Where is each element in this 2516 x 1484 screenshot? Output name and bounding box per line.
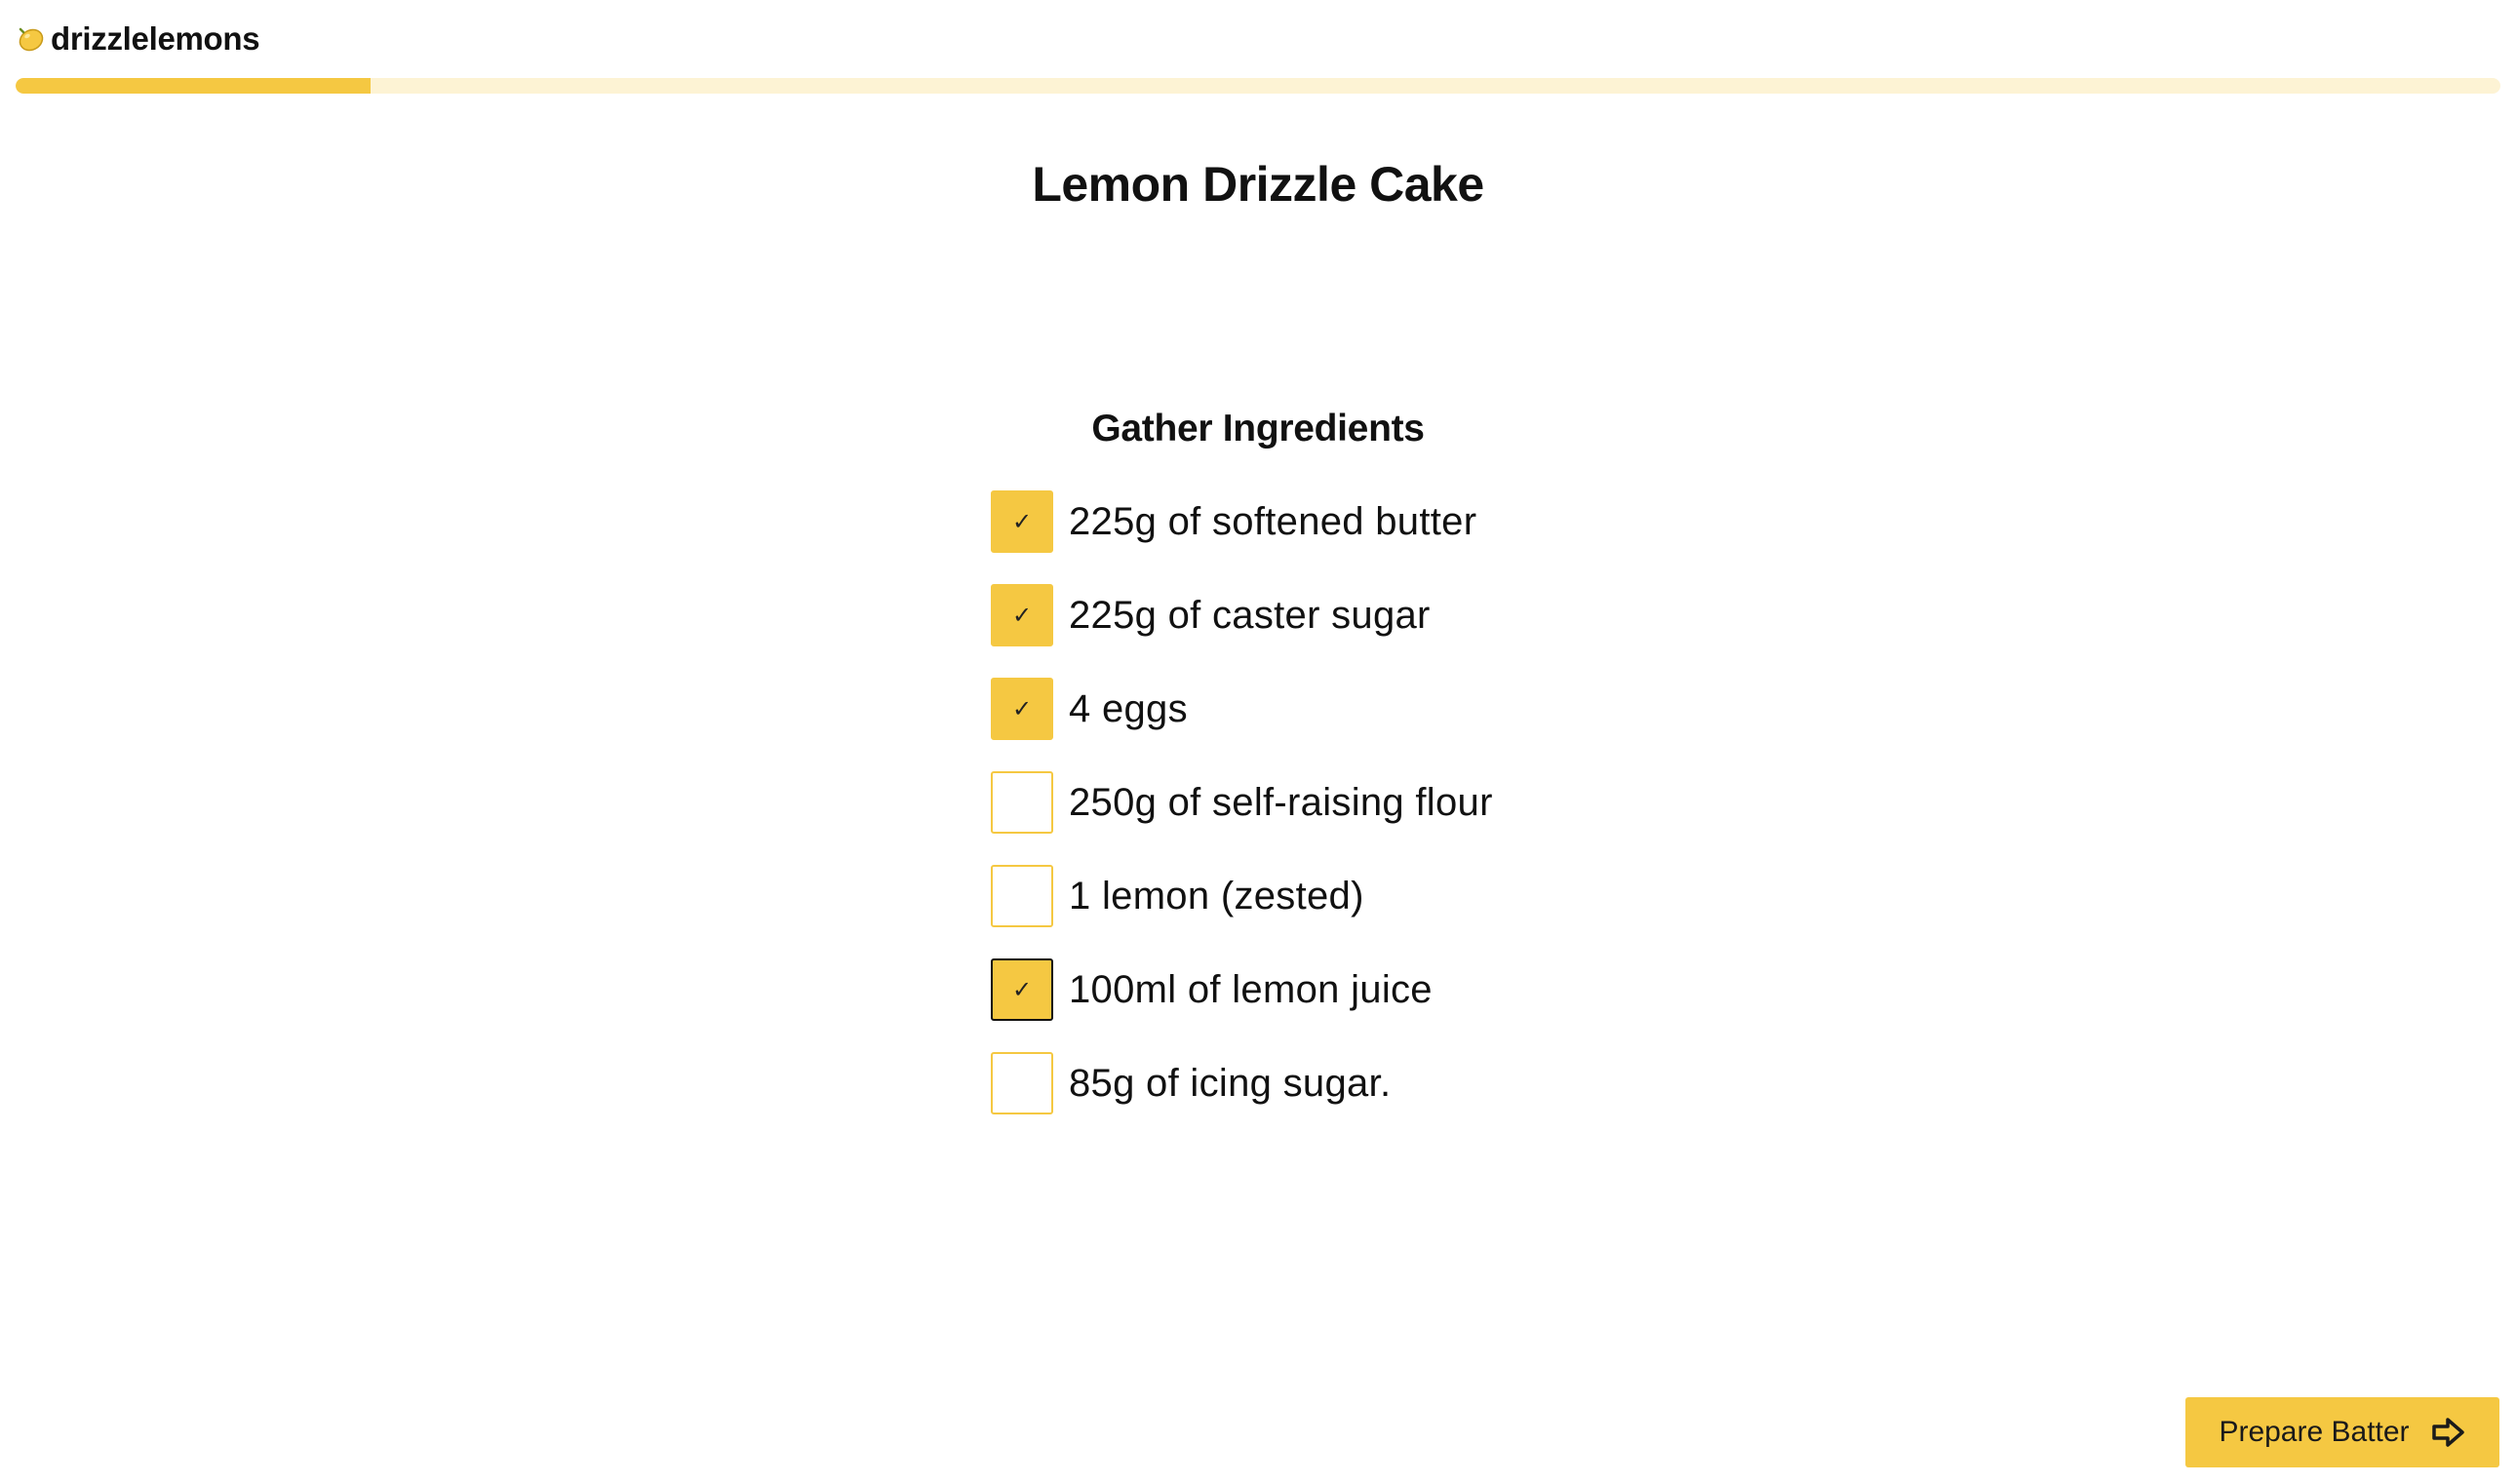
app-page: drizzlelemons Lemon Drizzle Cake Gather … [0,0,2516,1484]
ingredient-item[interactable]: ✓ 85g of icing sugar. [991,1052,1493,1114]
lemon-icon [16,24,45,54]
ingredient-label: 225g of softened butter [1069,499,1477,543]
check-icon: ✓ [1011,602,1033,629]
check-icon: ✓ [1011,976,1033,1003]
ingredient-item[interactable]: ✓ 250g of self-raising flour [991,771,1493,834]
ingredient-item[interactable]: ✓ 225g of caster sugar [991,584,1493,646]
brand-name[interactable]: drizzlelemons [51,20,260,58]
progress-bar-fill [16,78,372,94]
ingredient-label: 225g of caster sugar [1069,593,1431,637]
ingredient-item[interactable]: ✓ 4 eggs [991,678,1493,740]
prepare-batter-button[interactable]: Prepare Batter [2185,1397,2499,1467]
ingredient-checkbox[interactable]: ✓ [991,584,1053,646]
ingredient-label: 100ml of lemon juice [1069,967,1433,1011]
ingredient-item[interactable]: ✓ 225g of softened butter [991,490,1493,553]
ingredient-checkbox[interactable]: ✓ [991,678,1053,740]
ingredient-label: 1 lemon (zested) [1069,874,1364,918]
ingredient-label: 4 eggs [1069,686,1188,730]
progress-bar [16,78,2500,94]
header: drizzlelemons [16,18,260,60]
arrow-right-icon [2431,1416,2466,1449]
section-title: Gather Ingredients [1091,408,1425,449]
ingredient-checkbox[interactable]: ✓ [991,771,1053,834]
ingredient-checkbox[interactable]: ✓ [991,865,1053,927]
next-button-label: Prepare Batter [2219,1416,2410,1448]
ingredient-checkbox[interactable]: ✓ [991,490,1053,553]
ingredient-item[interactable]: ✓ 1 lemon (zested) [991,865,1493,927]
recipe-title: Lemon Drizzle Cake [1032,157,1484,212]
ingredient-list: ✓ 225g of softened butter ✓ 225g of cast… [991,490,1493,1146]
check-icon: ✓ [1011,508,1033,535]
ingredient-checkbox[interactable]: ✓ [991,1052,1053,1114]
ingredient-label: 85g of icing sugar. [1069,1061,1392,1105]
check-icon: ✓ [1011,695,1033,722]
ingredient-checkbox[interactable]: ✓ [991,958,1053,1021]
ingredient-item[interactable]: ✓ 100ml of lemon juice [991,958,1493,1021]
ingredient-label: 250g of self-raising flour [1069,780,1493,824]
